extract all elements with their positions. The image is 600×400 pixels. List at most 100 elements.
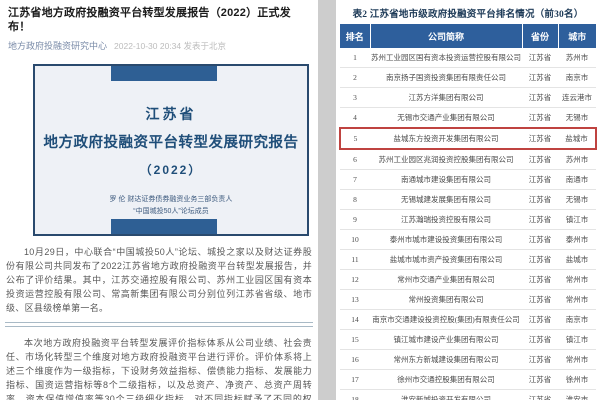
cell-company: 江苏方洋集团有限公司 bbox=[370, 88, 522, 108]
cell-city: 常州市 bbox=[558, 290, 596, 310]
table-row: 15 镇江城市建设产业集团有限公司 江苏省 镇江市 bbox=[340, 330, 596, 350]
table-row: 7 南通城市建设集团有限公司 江苏省 南通市 bbox=[340, 170, 596, 190]
cell-city: 无锡市 bbox=[558, 108, 596, 129]
cell-rank: 1 bbox=[340, 48, 370, 68]
cell-company: 常州东方新城建设集团有限公司 bbox=[370, 350, 522, 370]
cell-company: 盐城东方投资开发集团有限公司 bbox=[370, 128, 522, 149]
cover-author-lines: 罗 伦 财达证券债券融资业务三部负责人 “中国城投50人”论坛成员 bbox=[35, 194, 307, 218]
table-row: 11 盐城市城市资产投资集团有限公司 江苏省 盐城市 bbox=[340, 250, 596, 270]
table-row: 2 南京扬子国资投资集团有限责任公司 江苏省 南京市 bbox=[340, 68, 596, 88]
cell-company: 盐城市城市资产投资集团有限公司 bbox=[370, 250, 522, 270]
header-city: 城市 bbox=[558, 24, 596, 48]
cell-company: 徐州市交通控股集团有限公司 bbox=[370, 370, 522, 390]
cell-rank: 13 bbox=[340, 290, 370, 310]
cell-province: 江苏省 bbox=[522, 330, 558, 350]
table-row: 1 苏州工业园区国有资本投资运营控股有限公司 江苏省 苏州市 bbox=[340, 48, 596, 68]
cell-rank: 3 bbox=[340, 88, 370, 108]
cell-city: 南京市 bbox=[558, 68, 596, 88]
table-row: 8 无锡城建发展集团有限公司 江苏省 无锡市 bbox=[340, 190, 596, 210]
publish-meta: 2022-10-30 20:34 发表于北京 bbox=[114, 41, 226, 51]
cell-province: 江苏省 bbox=[522, 108, 558, 129]
cell-company: 无锡城建发展集团有限公司 bbox=[370, 190, 522, 210]
cell-province: 江苏省 bbox=[522, 48, 558, 68]
cell-company: 南通城市建设集团有限公司 bbox=[370, 170, 522, 190]
table-row: 14 南京市交通建设投资控股(集团)有限责任公司 江苏省 南京市 bbox=[340, 310, 596, 330]
cell-company: 南京扬子国资投资集团有限责任公司 bbox=[370, 68, 522, 88]
cell-province: 江苏省 bbox=[522, 310, 558, 330]
table-row: 13 常州投资集团有限公司 江苏省 常州市 bbox=[340, 290, 596, 310]
cell-city: 苏州市 bbox=[558, 149, 596, 170]
cell-city: 无锡市 bbox=[558, 190, 596, 210]
cell-company: 江苏瀚瑞投资控股有限公司 bbox=[370, 210, 522, 230]
cell-province: 江苏省 bbox=[522, 170, 558, 190]
cell-city: 南通市 bbox=[558, 170, 596, 190]
cell-rank: 8 bbox=[340, 190, 370, 210]
cell-rank: 6 bbox=[340, 149, 370, 170]
table-row: 16 常州东方新城建设集团有限公司 江苏省 常州市 bbox=[340, 350, 596, 370]
header-rank: 排名 bbox=[340, 24, 370, 48]
cell-province: 江苏省 bbox=[522, 370, 558, 390]
cover-author-line2: “中国城投50人”论坛成员 bbox=[35, 206, 307, 218]
cell-province: 江苏省 bbox=[522, 390, 558, 400]
cover-top-tab-decoration bbox=[111, 66, 217, 81]
cell-rank: 14 bbox=[340, 310, 370, 330]
cell-rank: 16 bbox=[340, 350, 370, 370]
cell-province: 江苏省 bbox=[522, 149, 558, 170]
ranking-table: 排名 公司简称 省份 城市 1 苏州工业园区国有资本投资运营控股有限公司 江苏省… bbox=[339, 24, 597, 400]
cell-rank: 11 bbox=[340, 250, 370, 270]
cell-city: 连云港市 bbox=[558, 88, 596, 108]
table-title: 表2 江苏省地市级政府投融资平台排名情况（前30名） bbox=[336, 0, 600, 20]
table-header-row: 排名 公司简称 省份 城市 bbox=[340, 24, 596, 48]
cell-rank: 7 bbox=[340, 170, 370, 190]
header-province: 省份 bbox=[522, 24, 558, 48]
cell-company: 苏州工业园区国有资本投资运营控股有限公司 bbox=[370, 48, 522, 68]
cell-company: 淮安新城投资开发有限公司 bbox=[370, 390, 522, 400]
cell-city: 泰州市 bbox=[558, 230, 596, 250]
cell-province: 江苏省 bbox=[522, 250, 558, 270]
cell-rank: 5 bbox=[340, 128, 370, 149]
article-paragraph-1: 10月29日，中心联合“中国城投50人”论坛、城投之家以及财达证券股份有限公司共… bbox=[6, 245, 312, 315]
cover-author-line1: 罗 伦 财达证券债券融资业务三部负责人 bbox=[35, 194, 307, 206]
cell-province: 江苏省 bbox=[522, 68, 558, 88]
cell-province: 江苏省 bbox=[522, 128, 558, 149]
cell-province: 江苏省 bbox=[522, 210, 558, 230]
cell-province: 江苏省 bbox=[522, 350, 558, 370]
cell-city: 盐城市 bbox=[558, 250, 596, 270]
report-cover-card: 江苏省 地方政府投融资平台转型发展研究报告 （2022） 罗 伦 财达证券债券融… bbox=[33, 64, 309, 236]
cell-company: 南京市交通建设投资控股(集团)有限责任公司 bbox=[370, 310, 522, 330]
cell-rank: 12 bbox=[340, 270, 370, 290]
cell-company: 镇江城市建设产业集团有限公司 bbox=[370, 330, 522, 350]
table-row: 9 江苏瀚瑞投资控股有限公司 江苏省 镇江市 bbox=[340, 210, 596, 230]
ranking-table-panel: 表2 江苏省地市级政府投融资平台排名情况（前30名） 排名 公司简称 省份 城市… bbox=[336, 0, 600, 400]
article-panel: 江苏省地方政府投融资平台转型发展报告（2022）正式发布！ 地方政府投融资研究中… bbox=[0, 0, 318, 400]
cover-report-title: 地方政府投融资平台转型发展研究报告 bbox=[35, 131, 307, 152]
table-row: 18 淮安新城投资开发有限公司 江苏省 淮安市 bbox=[340, 390, 596, 400]
cell-city: 淮安市 bbox=[558, 390, 596, 400]
article-paragraph-2: 本次地方政府投融资平台转型发展评价指标体系从公司业绩、社会责任、市场化转型三个维… bbox=[6, 336, 312, 400]
cell-city: 镇江市 bbox=[558, 210, 596, 230]
cell-rank: 15 bbox=[340, 330, 370, 350]
account-name-link[interactable]: 地方政府投融资研究中心 bbox=[8, 41, 107, 51]
table-row: 12 常州市交通产业集团有限公司 江苏省 常州市 bbox=[340, 270, 596, 290]
cover-region: 江苏省 bbox=[35, 104, 307, 124]
cell-rank: 18 bbox=[340, 390, 370, 400]
cell-company: 常州市交通产业集团有限公司 bbox=[370, 270, 522, 290]
table-row: 6 苏州工业园区兆润投资控股集团有限公司 江苏省 苏州市 bbox=[340, 149, 596, 170]
cell-city: 南京市 bbox=[558, 310, 596, 330]
cell-city: 常州市 bbox=[558, 270, 596, 290]
cell-rank: 17 bbox=[340, 370, 370, 390]
cell-city: 徐州市 bbox=[558, 370, 596, 390]
cell-city: 苏州市 bbox=[558, 48, 596, 68]
table-row: 5 盐城东方投资开发集团有限公司 江苏省 盐城市 bbox=[340, 128, 596, 149]
cell-province: 江苏省 bbox=[522, 230, 558, 250]
cell-rank: 2 bbox=[340, 68, 370, 88]
cell-rank: 9 bbox=[340, 210, 370, 230]
section-divider bbox=[5, 322, 313, 327]
cell-province: 江苏省 bbox=[522, 270, 558, 290]
cell-rank: 10 bbox=[340, 230, 370, 250]
cover-bottom-tab-decoration bbox=[111, 219, 217, 234]
cell-company: 苏州工业园区兆润投资控股集团有限公司 bbox=[370, 149, 522, 170]
cell-province: 江苏省 bbox=[522, 190, 558, 210]
cell-city: 镇江市 bbox=[558, 330, 596, 350]
cell-province: 江苏省 bbox=[522, 290, 558, 310]
